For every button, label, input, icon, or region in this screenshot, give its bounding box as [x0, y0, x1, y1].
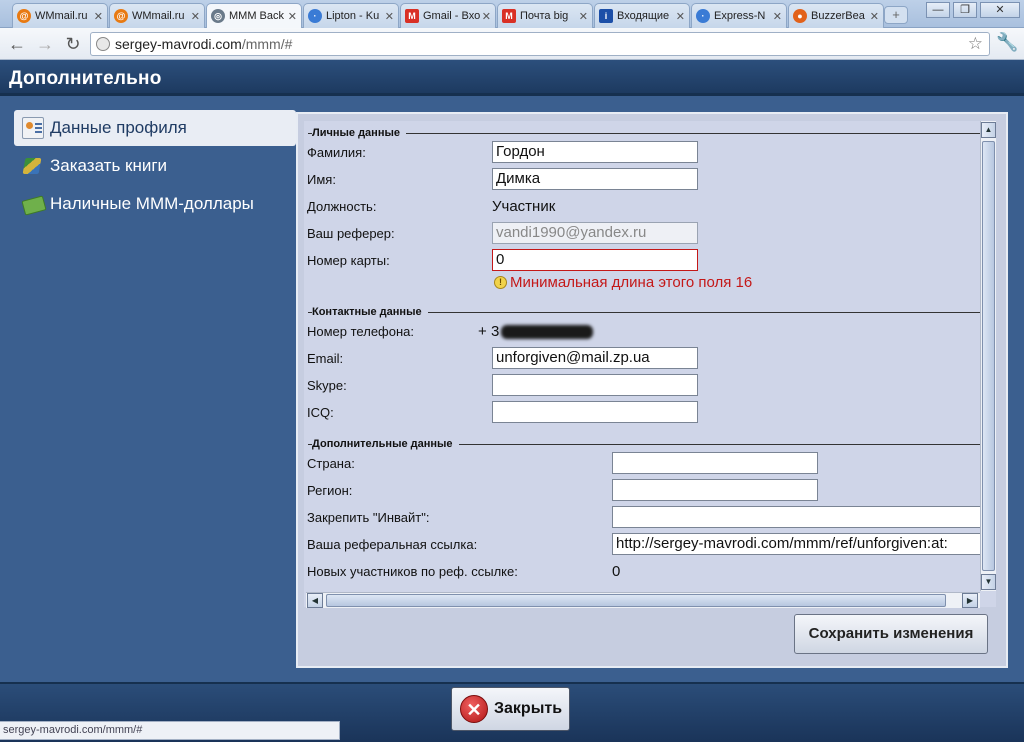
skype-field[interactable] [492, 374, 698, 396]
extra-legend: Дополнительные данные [312, 438, 459, 450]
browser-tab[interactable]: @ WMmail.ru ✕ [109, 3, 205, 28]
icq-label: ICQ: [307, 405, 334, 420]
referral-link-field[interactable]: http://sergey-mavrodi.com/mmm/ref/unforg… [612, 533, 996, 555]
forward-arrow-icon[interactable]: → [34, 33, 56, 55]
name-field[interactable]: Димка [492, 168, 698, 190]
money-icon [22, 193, 44, 215]
vertical-scroll-thumb[interactable] [982, 141, 995, 571]
minimize-icon[interactable]: — [926, 2, 950, 18]
menu-item-cash[interactable]: Наличные МММ-доллары [14, 186, 296, 222]
surname-field[interactable]: Гордон [492, 141, 698, 163]
tab-close-icon[interactable]: ✕ [288, 10, 297, 23]
at-icon: @ [17, 9, 31, 23]
invite-label: Закрепить "Инвайт": [307, 510, 430, 525]
email-label: Email: [307, 351, 344, 366]
menu-item-books[interactable]: Заказать книги [14, 148, 296, 184]
address-toolbar: ← → ↻ sergey-mavrodi.com/mmm/# ☆ [0, 28, 1024, 60]
browser-tab[interactable]: M Почта big ✕ [497, 3, 593, 28]
browser-tab[interactable]: M Gmail - Вхо ✕ [400, 3, 496, 28]
save-changes-button[interactable]: Сохранить изменения [794, 614, 988, 654]
country-label: Страна: [307, 456, 355, 471]
scroll-left-icon[interactable]: ◀ [307, 593, 323, 608]
gmail-icon: M [502, 9, 516, 23]
url-input[interactable]: sergey-mavrodi.com/mmm/# ☆ [90, 32, 990, 56]
email-field[interactable]: unforgiven@mail.zp.ua [492, 347, 698, 369]
status-bar: sergey-mavrodi.com/mmm/# [0, 721, 340, 740]
bookmark-star-icon[interactable]: ☆ [968, 33, 983, 55]
loading-icon: · [308, 9, 322, 23]
ball-icon: ● [793, 9, 807, 23]
country-field[interactable] [612, 452, 818, 474]
profile-card-icon [22, 117, 44, 139]
back-arrow-icon[interactable]: ← [6, 33, 28, 55]
tab-close-icon[interactable]: ✕ [579, 10, 588, 23]
contact-legend: Контактные данные [312, 306, 428, 318]
skype-label: Skype: [307, 378, 347, 393]
new-members-label: Новых участников по реф. ссылке: [307, 564, 518, 579]
tab-close-icon[interactable]: ✕ [870, 10, 879, 23]
page-header: Дополнительно [0, 60, 1024, 96]
horizontal-scrollbar[interactable]: ◀ ▶ [306, 592, 980, 608]
page-globe-icon [96, 37, 110, 51]
invite-field[interactable] [612, 506, 996, 528]
loading-icon: · [696, 9, 710, 23]
at-icon: @ [114, 9, 128, 23]
browser-tab[interactable]: i Входящие ✕ [594, 3, 690, 28]
warning-icon: ! [494, 276, 507, 289]
new-tab-button[interactable]: + [884, 6, 908, 24]
position-label: Должность: [307, 199, 377, 214]
position-value: Участник [492, 198, 556, 215]
browser-tab-active[interactable]: ◎ МММ Back ✕ [206, 3, 302, 28]
reload-icon[interactable]: ↻ [62, 33, 84, 55]
page-title: Дополнительно [9, 68, 162, 89]
info-icon: i [599, 9, 613, 23]
redacted-phone [501, 325, 594, 340]
scroll-up-icon[interactable]: ▲ [981, 122, 996, 138]
window-close-icon[interactable]: ✕ [980, 2, 1020, 18]
referer-label: Ваш реферер: [307, 226, 395, 241]
card-error-message: ! Минимальная длина этого поля 16 [494, 274, 752, 291]
name-label: Имя: [307, 172, 336, 187]
tab-close-icon[interactable]: ✕ [385, 10, 394, 23]
scroll-right-icon[interactable]: ▶ [962, 593, 978, 608]
phone-label: Номер телефона: [307, 324, 414, 339]
tab-close-icon[interactable]: ✕ [191, 10, 200, 23]
browser-tab[interactable]: ● BuzzerBea ✕ [788, 3, 884, 28]
card-label: Номер карты: [307, 253, 390, 268]
icq-field[interactable] [492, 401, 698, 423]
browser-tab[interactable]: · Express-N ✕ [691, 3, 787, 28]
tab-close-icon[interactable]: ✕ [482, 10, 491, 23]
browser-tab[interactable]: · Lipton - Ku ✕ [303, 3, 399, 28]
books-icon [22, 155, 44, 177]
restore-icon[interactable]: ❐ [953, 2, 977, 18]
new-members-value: 0 [612, 563, 621, 580]
horizontal-scroll-thumb[interactable] [326, 594, 946, 607]
vertical-scrollbar[interactable]: ▲ ▼ [980, 121, 996, 591]
gmail-icon: M [405, 9, 419, 23]
tab-close-icon[interactable]: ✕ [94, 10, 103, 23]
region-field[interactable] [612, 479, 818, 501]
fieldset-border [308, 133, 994, 134]
phone-value: + 3 [478, 323, 594, 340]
browser-tab-bar: @ WMmail.ru ✕ @ WMmail.ru ✕ ◎ МММ Back ✕… [0, 0, 1024, 28]
wrench-icon[interactable]: 🔧 [996, 32, 1018, 53]
region-label: Регион: [307, 483, 353, 498]
menu-item-profile[interactable]: Данные профиля [14, 110, 296, 146]
card-number-field[interactable]: 0 [492, 249, 698, 271]
scroll-down-icon[interactable]: ▼ [981, 574, 996, 590]
browser-tab[interactable]: @ WMmail.ru ✕ [12, 3, 108, 28]
tab-close-icon[interactable]: ✕ [773, 10, 782, 23]
referer-field: vandi1990@yandex.ru [492, 222, 698, 244]
tab-close-icon[interactable]: ✕ [676, 10, 685, 23]
close-x-icon: ✕ [460, 695, 488, 723]
side-menu: Данные профиля Заказать книги Наличные М… [14, 110, 296, 224]
personal-legend: Личные данные [312, 127, 406, 139]
profile-form: Личные данные Фамилия: Гордон Имя: Димка… [304, 121, 996, 607]
reflink-label: Ваша реферальная ссылка: [307, 537, 478, 552]
globe-icon: ◎ [211, 9, 225, 23]
close-button[interactable]: ✕ Закрыть [451, 687, 570, 731]
surname-label: Фамилия: [307, 145, 366, 160]
